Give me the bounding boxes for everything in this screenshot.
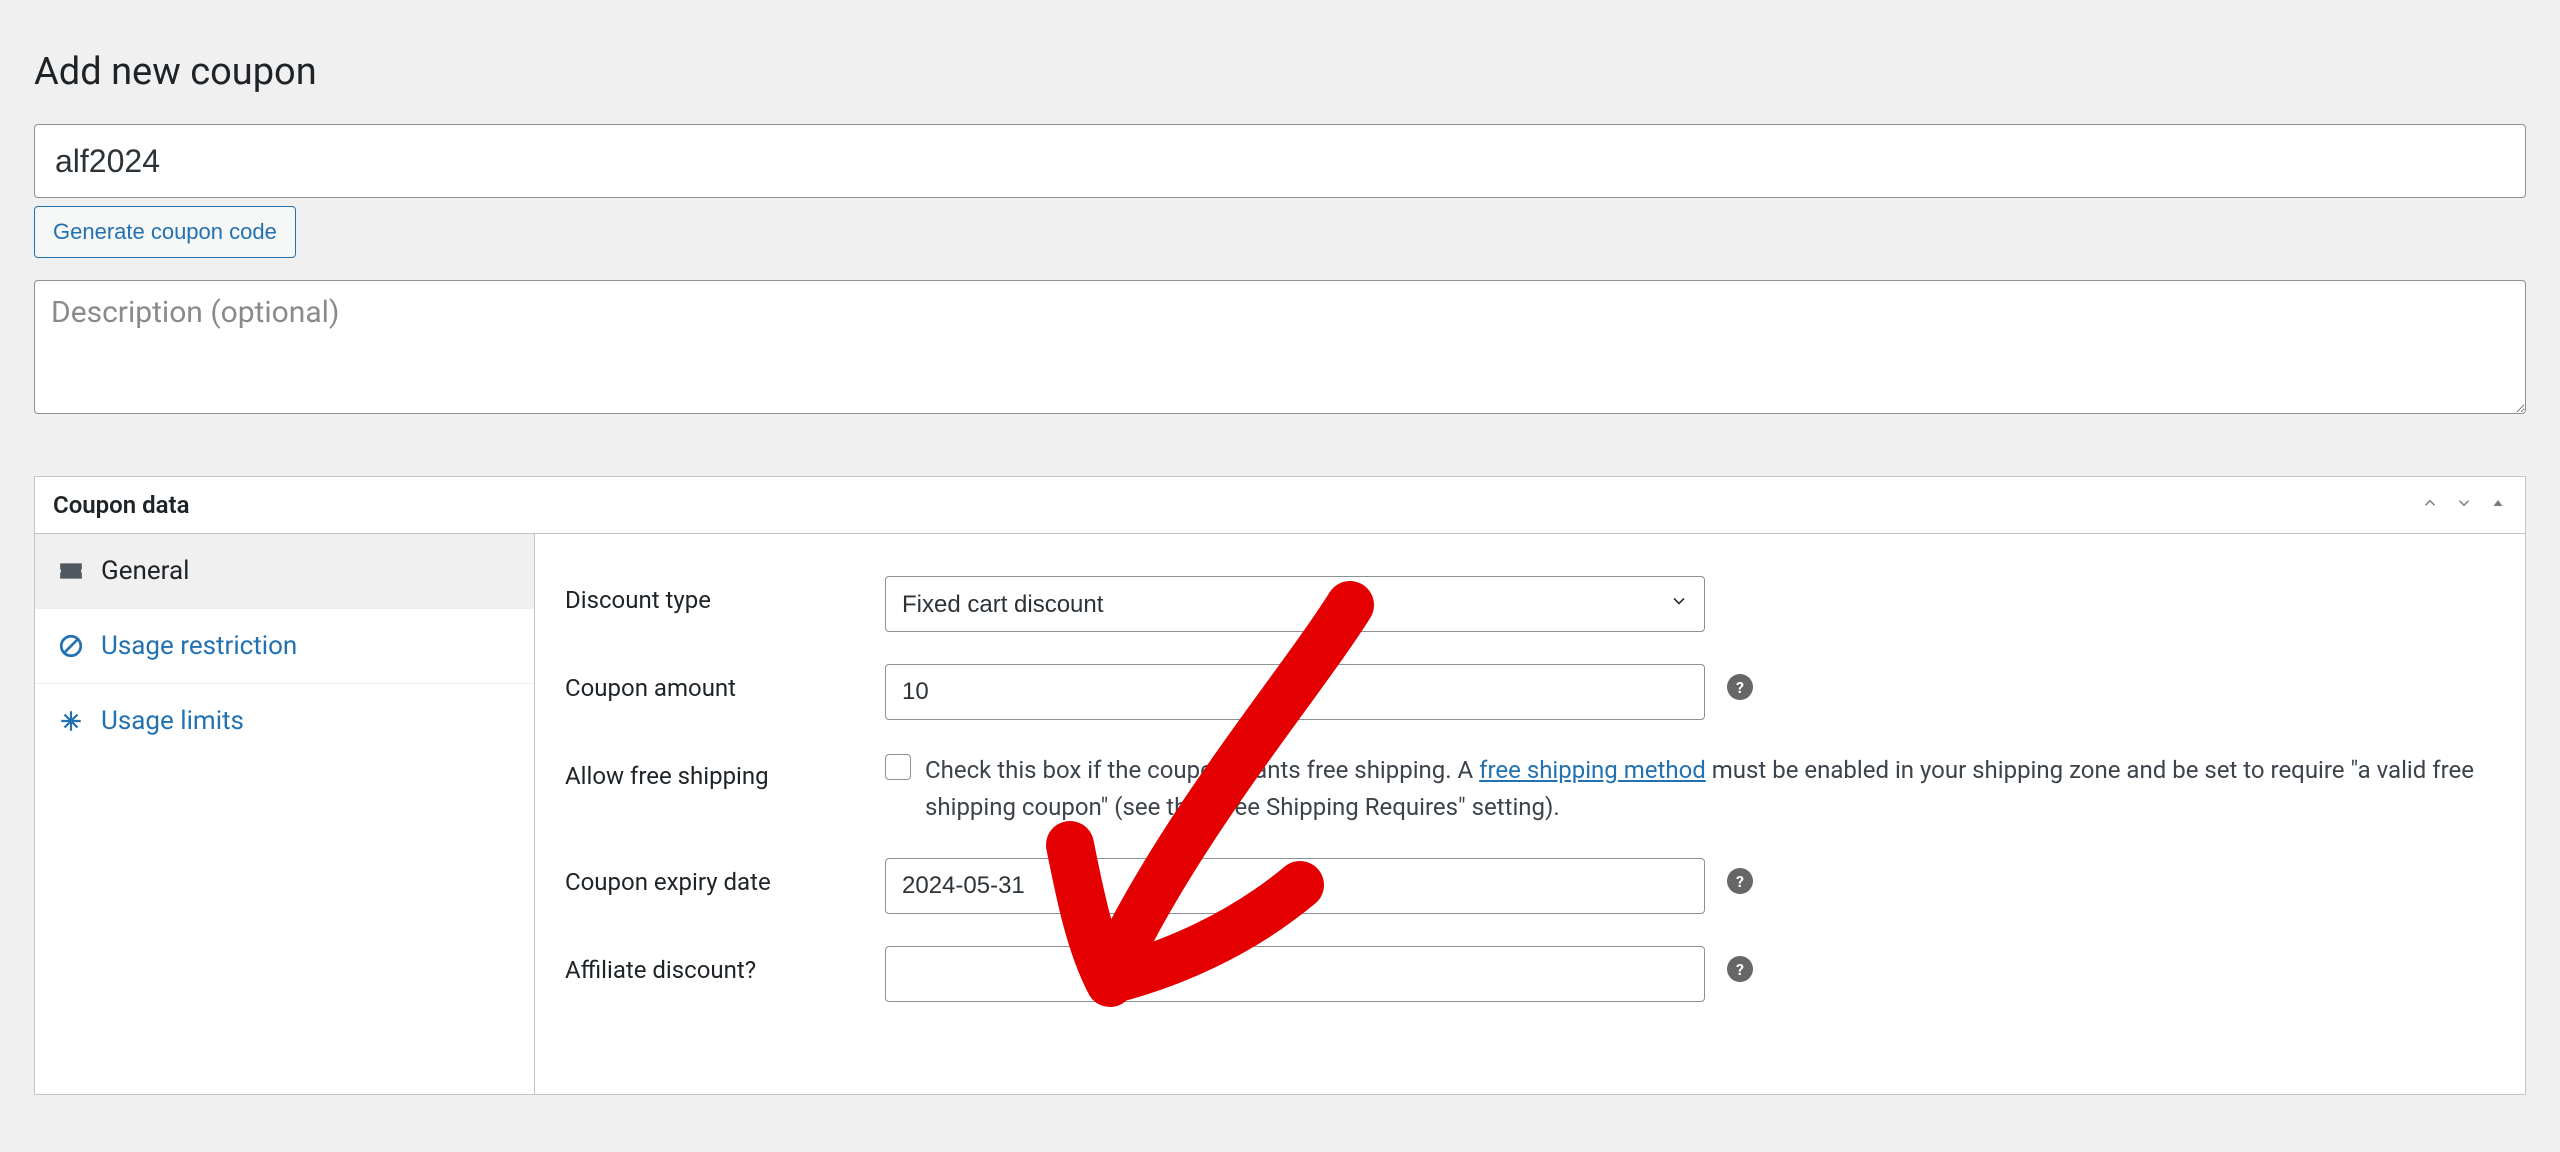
tab-label: Usage restriction [101, 631, 297, 661]
coupon-data-panel: Coupon data General [34, 476, 2526, 1095]
coupon-amount-input[interactable] [885, 664, 1705, 720]
tab-usage-limits[interactable]: Usage limits [35, 684, 534, 758]
affiliate-discount-input[interactable] [885, 946, 1705, 1002]
free-shipping-checkbox[interactable] [885, 754, 911, 780]
general-form: Discount type Fixed cart discount [535, 534, 2525, 1094]
tab-label: Usage limits [101, 706, 244, 736]
coupon-description-input[interactable] [34, 280, 2526, 414]
coupon-amount-label: Coupon amount [565, 664, 885, 702]
ban-icon [57, 633, 85, 659]
tab-usage-restriction[interactable]: Usage restriction [35, 609, 534, 684]
panel-toggle-icon[interactable] [2489, 493, 2507, 518]
ticket-icon [57, 560, 85, 582]
panel-move-up-icon[interactable] [2421, 493, 2439, 518]
help-icon[interactable]: ? [1727, 946, 1753, 982]
coupon-data-tabs: General Usage restriction Usage limits [35, 534, 535, 1094]
expiry-date-input[interactable] [885, 858, 1705, 914]
help-icon[interactable]: ? [1727, 664, 1753, 700]
page-title: Add new coupon [34, 50, 2526, 94]
tab-general[interactable]: General [35, 534, 534, 609]
discount-type-select[interactable]: Fixed cart discount [885, 576, 1705, 632]
discount-type-label: Discount type [565, 576, 885, 614]
free-shipping-label: Allow free shipping [565, 752, 885, 790]
panel-move-down-icon[interactable] [2455, 493, 2473, 518]
expiry-date-label: Coupon expiry date [565, 858, 885, 896]
coupon-code-input[interactable] [34, 124, 2526, 198]
generate-coupon-button[interactable]: Generate coupon code [34, 206, 296, 258]
panel-title: Coupon data [53, 491, 189, 519]
help-icon[interactable]: ? [1727, 858, 1753, 894]
panel-header: Coupon data [35, 477, 2525, 534]
limits-icon [57, 708, 85, 734]
free-shipping-method-link[interactable]: free shipping method [1479, 756, 1706, 784]
affiliate-discount-label: Affiliate discount? [565, 946, 885, 984]
tab-label: General [101, 556, 189, 586]
free-shipping-help-text: Check this box if the coupon grants free… [925, 752, 2495, 826]
